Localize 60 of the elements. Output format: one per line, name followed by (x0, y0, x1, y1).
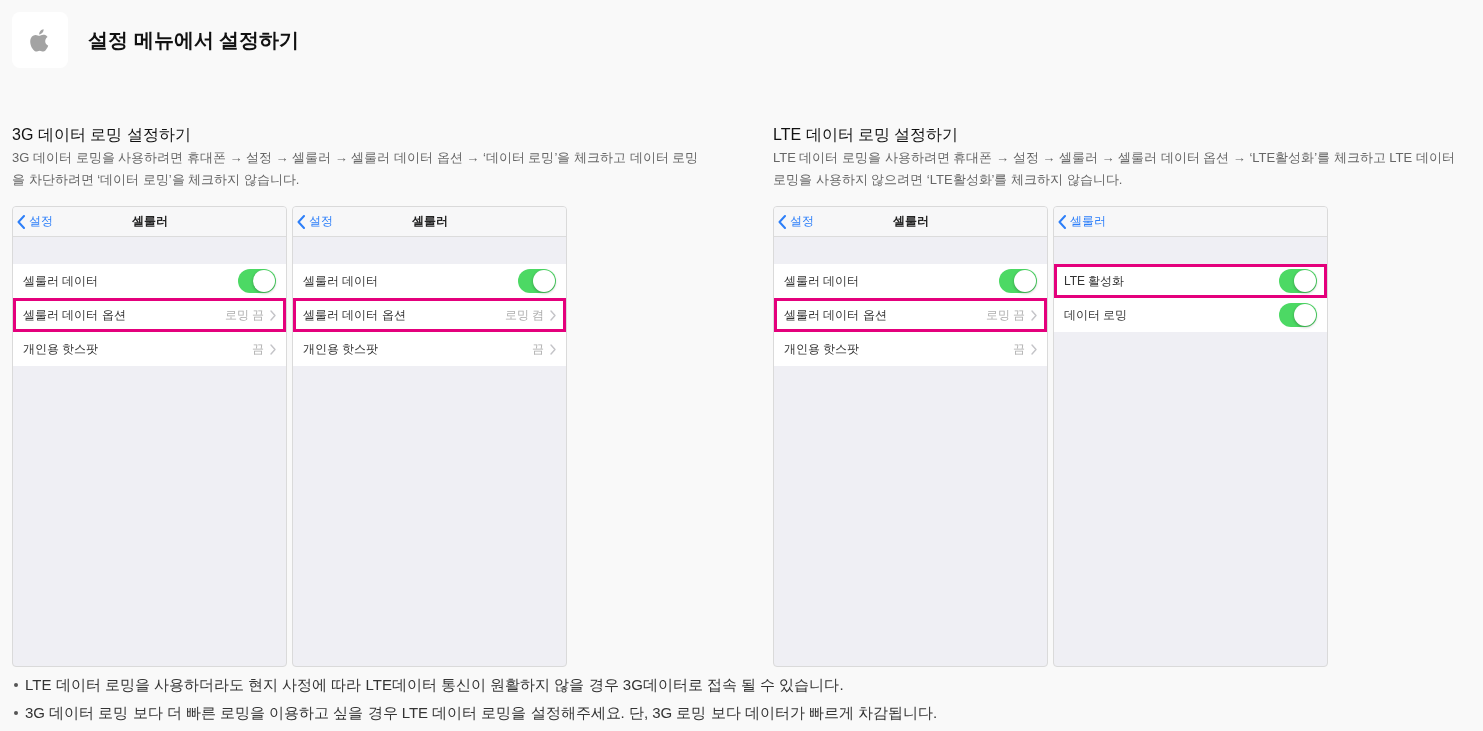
back-button[interactable]: 설정 (778, 213, 814, 230)
row-label: 셀룰러 데이터 (23, 272, 100, 290)
row-value: 로밍 끔 (224, 307, 264, 323)
settings-row[interactable]: 개인용 핫스팟 끔 (774, 332, 1047, 366)
row-label: 개인용 핫스팟 (23, 340, 100, 358)
page-title: 설정 메뉴에서 설정하기 (88, 28, 300, 53)
row-value: 끔 (532, 341, 544, 357)
row-value: 로밍 끔 (985, 307, 1025, 323)
row-value: 로밍 켬 (504, 307, 544, 323)
bullet-icon (14, 711, 18, 715)
settings-row[interactable]: LTE 활성화 (1054, 264, 1327, 298)
section-description: 3G 데이터 로밍을 사용하려면 휴대폰 → 설정 → 셀룰러 → 셀룰러 데이터 옵션 → ‘데이터 로밍’을 체크하고 데이터 로밍을 차단하려면 ‘데이터 로밍’을 체크하지 않습니다. (12, 149, 700, 189)
toggle-switch[interactable] (518, 269, 556, 293)
chevron-left-icon (778, 214, 786, 229)
row-label: LTE 활성화 (1064, 272, 1126, 290)
row-label: 개인용 핫스팟 (784, 340, 861, 358)
chevron-right-icon (550, 309, 556, 321)
settings-row[interactable]: 셀룰러 데이터 옵션 로밍 끔 (774, 298, 1047, 332)
settings-row[interactable]: 데이터 로밍 (1054, 298, 1327, 332)
row-label: 데이터 로밍 (1064, 306, 1129, 324)
toggle-switch[interactable] (1279, 269, 1317, 293)
apple-icon (12, 12, 68, 68)
note-text: LTE 데이터 로밍을 사용하더라도 현지 사정에 따라 LTE데이터 통신이 원활하지 않을 경우 3G데이터로 접속 될 수 있습니다. (25, 675, 844, 695)
settings-row[interactable]: 셀룰러 데이터 옵션 로밍 끔 (13, 298, 286, 332)
toggle-switch[interactable] (1279, 303, 1317, 327)
toggle-switch[interactable] (238, 269, 276, 293)
chevron-left-icon (17, 214, 25, 229)
section-title: LTE 데이터 로밍 설정하기 (773, 125, 960, 145)
row-label: 셀룰러 데이터 옵션 (303, 306, 407, 324)
chevron-right-icon (270, 309, 276, 321)
toggle-switch[interactable] (999, 269, 1037, 293)
chevron-right-icon (550, 343, 556, 355)
settings-row[interactable]: 셀룰러 데이터 (13, 264, 286, 298)
screen-title: 셀룰러 (411, 213, 448, 230)
settings-row[interactable]: 개인용 핫스팟 끔 (13, 332, 286, 366)
section-title: 3G 데이터 로밍 설정하기 (12, 125, 192, 145)
row-label: 셀룰러 데이터 (784, 272, 861, 290)
chevron-right-icon (1031, 343, 1037, 355)
bullet-icon (14, 683, 18, 687)
row-value: 끔 (1013, 341, 1025, 357)
note-text: 3G 데이터 로밍 보다 더 빠른 로밍을 이용하고 싶을 경우 LTE 데이터 로밍을 설정해주세요. 단, 3G 로밍 보다 데이터가 빠르게 차감됩니다. (25, 703, 938, 723)
row-label: 개인용 핫스팟 (303, 340, 380, 358)
row-label: 셀룰러 데이터 옵션 (23, 306, 127, 324)
back-button[interactable]: 설정 (17, 213, 53, 230)
row-label: 셀룰러 데이터 옵션 (784, 306, 888, 324)
chevron-right-icon (1031, 309, 1037, 321)
settings-row[interactable]: 셀룰러 데이터 옵션 로밍 켬 (293, 298, 566, 332)
screen-title: 셀룰러 (131, 213, 168, 230)
settings-row[interactable]: 개인용 핫스팟 끔 (293, 332, 566, 366)
row-label: 셀룰러 데이터 (303, 272, 380, 290)
settings-row[interactable]: 셀룰러 데이터 (774, 264, 1047, 298)
back-button[interactable]: 설정 (297, 213, 333, 230)
section-description: LTE 데이터 로밍을 사용하려면 휴대폰 → 설정 → 셀룰러 → 셀룰러 데이터 옵션 → ‘LTE활성화’를 체크하고 LTE 데이터 로밍을 사용하지 않으려면 ‘LTE활성화’를 체크하지 않습니다. (773, 149, 1456, 189)
settings-row[interactable]: 셀룰러 데이터 (293, 264, 566, 298)
back-button[interactable]: 셀룰러 (1058, 213, 1106, 230)
row-value: 끔 (252, 341, 264, 357)
chevron-right-icon (270, 343, 276, 355)
chevron-left-icon (297, 214, 305, 229)
screen-title: 셀룰러 (892, 213, 929, 230)
chevron-left-icon (1058, 214, 1066, 229)
